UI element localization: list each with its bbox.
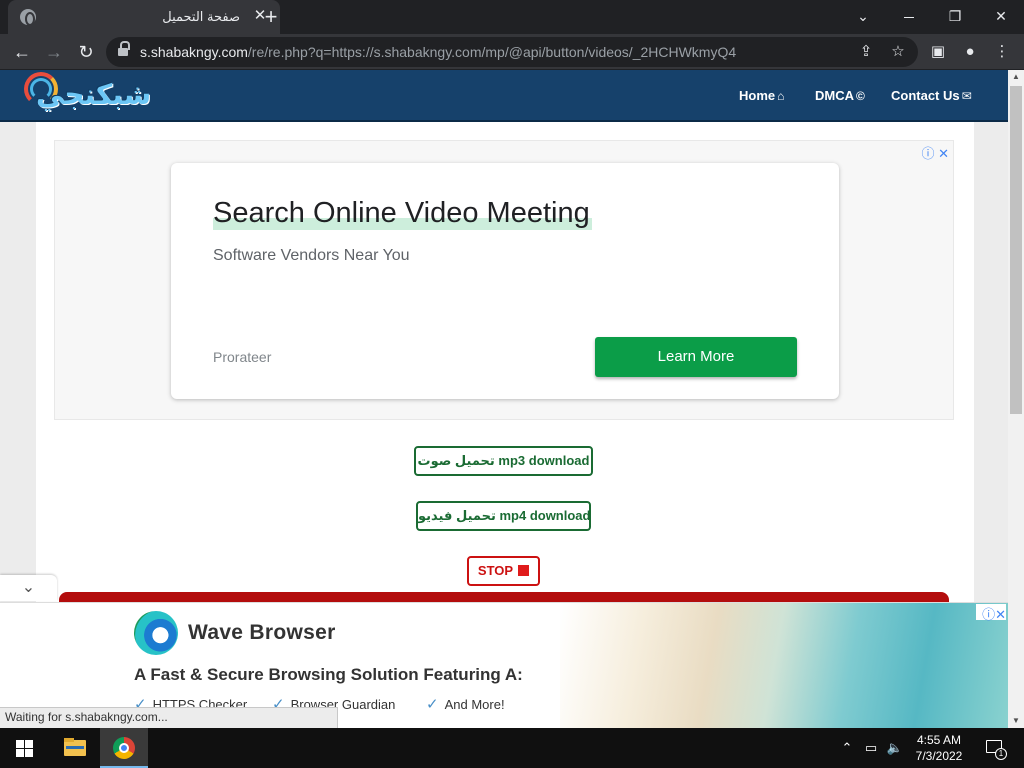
file-explorer-icon[interactable] (52, 728, 98, 768)
ad-beach-image (560, 603, 1008, 728)
tray-chevron-up-icon[interactable]: ⌃ (838, 739, 856, 757)
menu-icon[interactable]: ⋮ (990, 41, 1014, 63)
reload-icon[interactable]: ↻ (72, 38, 100, 66)
forward-icon[interactable]: → (40, 38, 68, 66)
start-button[interactable] (0, 728, 48, 768)
notification-icon[interactable]: 1 (984, 739, 1007, 760)
lock-icon[interactable] (118, 41, 130, 57)
copyright-icon: © (856, 89, 865, 103)
browser-titlebar: صفحة التحميل ✕ + ⌄ ❐ ✕ (0, 0, 1024, 34)
stop-square-icon (518, 565, 530, 576)
minimize-button[interactable] (886, 0, 932, 34)
browser-toolbar: ← → ↻ s.shabakngy.com/re/re.php?q=https:… (0, 34, 1024, 70)
vertical-scrollbar[interactable]: ▲ ▼ (1008, 70, 1024, 728)
volume-icon[interactable]: 🔈 (886, 739, 904, 757)
ad-subheadline: Software Vendors Near You (213, 247, 410, 264)
scrollbar-thumb[interactable] (1010, 86, 1022, 414)
screen: صفحة التحميل ✕ + ⌄ ❐ ✕ ← → ↻ s.shabakngy… (0, 0, 1024, 768)
bookmark-star-icon[interactable]: ☆ (886, 41, 910, 63)
globe-icon (20, 9, 36, 26)
chrome-taskbar-icon[interactable] (100, 728, 148, 768)
close-window-button[interactable]: ✕ (978, 0, 1024, 34)
scroll-up-arrow-icon[interactable]: ▲ (1008, 70, 1024, 84)
stop-button[interactable]: STOP (467, 556, 540, 586)
tab-title: صفحة التحميل (162, 9, 240, 24)
clock-date: 7/3/2022 (915, 749, 963, 763)
wave-browser-logo-icon (134, 611, 178, 655)
url-text[interactable]: s.shabakngy.com/re/re.php?q=https://s.sh… (140, 44, 736, 60)
new-tab-button[interactable]: + (258, 4, 284, 30)
status-bubble: Waiting for s.shabakngy.com... (0, 707, 338, 728)
envelope-icon: ✉ (961, 89, 972, 103)
ad-choices-icon[interactable]: ⓘ✕ (976, 604, 1006, 622)
system-clock[interactable]: 4:55 AM 7/3/2022 (910, 732, 968, 764)
browser-tab[interactable]: صفحة التحميل ✕ (8, 0, 280, 34)
stop-button-label: STOP (477, 563, 514, 578)
site-logo[interactable]: شبكنجي (36, 78, 151, 111)
collapse-ad-chevron-icon[interactable]: ⌄ (0, 575, 57, 601)
restore-button[interactable]: ❐ (932, 0, 978, 34)
address-bar[interactable]: s.shabakngy.com/re/re.php?q=https://s.sh… (106, 37, 918, 67)
mp4-download-button[interactable]: تحميل فيديو mp4 download (416, 501, 591, 531)
nav-home-link[interactable]: Home ⌂ (739, 88, 784, 103)
side-panel-icon[interactable]: ▣ (926, 41, 950, 63)
ad-card[interactable]: Search Online Video Meeting Software Ven… (171, 163, 839, 399)
scroll-down-arrow-icon[interactable]: ▼ (1008, 714, 1024, 728)
network-icon[interactable]: ▭ (862, 739, 880, 757)
site-header: شبكنجي Home ⌂ DMCA © Contact Us ✉ (0, 70, 1008, 122)
clock-time: 4:55 AM (916, 733, 962, 747)
share-icon[interactable]: ⇪ (854, 41, 878, 63)
mp3-download-button[interactable]: تحميل صوت mp3 download (414, 446, 593, 476)
web-page: شبكنجي Home ⌂ DMCA © Contact Us ✉ ⓘ ✕ Searc… (0, 70, 1008, 728)
profile-icon[interactable]: ● (958, 41, 982, 63)
nav-dmca-link[interactable]: DMCA © (815, 88, 865, 103)
ad-advertiser: Prorateer (213, 349, 272, 365)
ad-tagline: A Fast & Secure Browsing Solution Featur… (134, 665, 523, 684)
notification-count: 1 (995, 748, 1007, 760)
back-icon[interactable]: ← (8, 38, 36, 66)
top-ad-banner[interactable]: ⓘ ✕ Search Online Video Meeting Software… (54, 140, 954, 420)
learn-more-button[interactable]: Learn More (595, 337, 797, 377)
nav-contact-link[interactable]: Contact Us ✉ (891, 88, 972, 103)
ad-brand-name: Wave Browser (188, 621, 336, 644)
checkmark-icon: ✓ (426, 696, 439, 713)
windows-taskbar: ⌃ ▭ 🔈 4:55 AM 7/3/2022 1 (0, 728, 1024, 768)
tab-search-button[interactable]: ⌄ (840, 0, 886, 34)
ad-headline[interactable]: Search Online Video Meeting (213, 197, 592, 230)
home-icon: ⌂ (777, 89, 785, 103)
feature-item: ✓ And More! (426, 696, 505, 713)
ad-choices-icon[interactable]: ⓘ ✕ (921, 143, 949, 162)
